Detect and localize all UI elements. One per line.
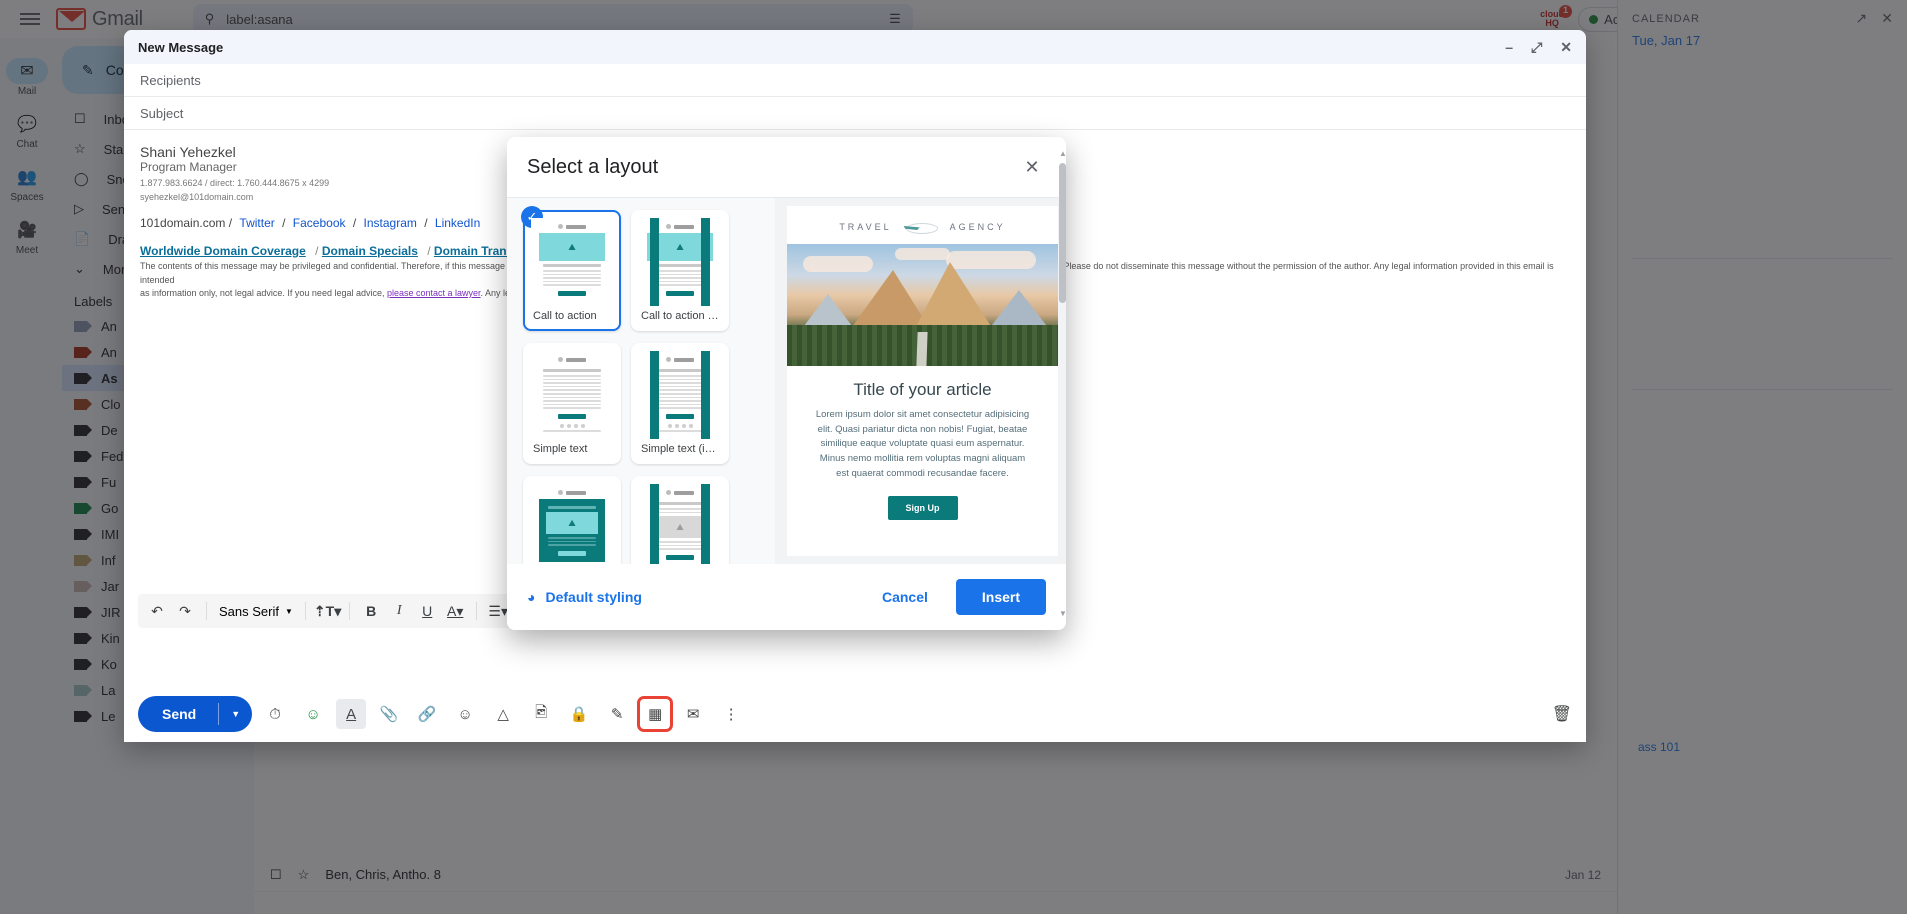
- confidential-mode-icon[interactable]: 🔒: [564, 699, 594, 729]
- close-icon[interactable]: ✕: [1560, 39, 1572, 56]
- nav-link-specials[interactable]: Domain Specials: [322, 244, 418, 258]
- social-link-twitter[interactable]: Twitter: [239, 216, 274, 230]
- recipients-placeholder: Recipients: [140, 73, 201, 88]
- preview-cta-button[interactable]: Sign Up: [888, 496, 958, 520]
- social-link-instagram[interactable]: Instagram: [364, 216, 417, 230]
- layout-thumbnail: ⛰: [639, 218, 721, 306]
- airplane-icon: [900, 220, 942, 234]
- underline-button[interactable]: U: [414, 598, 440, 624]
- preview-logo-right: AGENCY: [950, 222, 1006, 232]
- compose-footer: Send ▼ ⏱ ☺ A 📎 🔗 ☺ △ 🖻 🔒 ✎ ▦ ✉ ⋮ 🗑: [124, 686, 1586, 742]
- layout-thumbnail: ⛰: [531, 218, 613, 306]
- mail-template-icon[interactable]: ✉: [678, 699, 708, 729]
- social-link-facebook[interactable]: Facebook: [293, 216, 346, 230]
- preview-brand-logo: TRAVEL AGENCY: [787, 206, 1058, 244]
- preview-logo-left: TRAVEL: [839, 222, 891, 232]
- attach-file-icon[interactable]: 📎: [374, 699, 404, 729]
- insert-drive-icon[interactable]: △: [488, 699, 518, 729]
- layout-option-card[interactable]: ⛰Call to action (inve...: [631, 210, 729, 331]
- layout-grid: ✓⛰Call to action⛰Call to action (inve...…: [507, 198, 775, 564]
- layout-option-card[interactable]: Simple text: [523, 343, 621, 464]
- select-layout-dialog: Select a layout ✕ ✓⛰Call to action⛰Call …: [507, 137, 1066, 630]
- chevron-down-icon: ▼: [285, 607, 293, 616]
- formatting-options-icon[interactable]: A: [336, 699, 366, 729]
- social-link-linkedin[interactable]: LinkedIn: [435, 216, 480, 230]
- nav-link-coverage[interactable]: Worldwide Domain Coverage: [140, 244, 306, 258]
- emoji-sticker-icon[interactable]: ☺: [298, 699, 328, 729]
- trash-icon[interactable]: 🗑: [1552, 704, 1572, 724]
- insert-signature-icon[interactable]: ✎: [602, 699, 632, 729]
- preview-article-body: Lorem ipsum dolor sit amet consectetur a…: [787, 400, 1058, 482]
- send-button[interactable]: Send ▼: [138, 696, 252, 732]
- preview-email-card: TRAVEL AGENCY Title of your article Lore…: [787, 206, 1058, 556]
- font-size-select[interactable]: ⇡T▾: [314, 598, 341, 624]
- close-icon[interactable]: ✕: [1018, 153, 1046, 181]
- layout-option-card[interactable]: ⛰⛰⛰Announcement: [523, 476, 621, 564]
- layout-option-card[interactable]: ✓⛰Call to action: [523, 210, 621, 331]
- dialog-body: ✓⛰Call to action⛰Call to action (inve...…: [507, 197, 1066, 564]
- layout-option-label: Simple text: [531, 439, 613, 460]
- recipients-field[interactable]: Recipients: [124, 64, 1586, 97]
- layout-option-card[interactable]: ⛰⛰⛰Announcement (in...: [631, 476, 729, 564]
- layout-preview-pane: TRAVEL AGENCY Title of your article Lore…: [775, 198, 1066, 564]
- dialog-header: Select a layout ✕: [507, 137, 1066, 197]
- signature-site[interactable]: 101domain.com: [140, 216, 225, 230]
- send-label: Send: [138, 706, 218, 722]
- schedule-send-icon[interactable]: ⏱: [260, 699, 290, 729]
- dialog-footer: ◕ Default styling Cancel Insert: [507, 564, 1066, 630]
- compose-title: New Message: [138, 40, 223, 55]
- subject-field[interactable]: Subject: [124, 97, 1586, 130]
- font-family-value: Sans Serif: [219, 604, 279, 619]
- lawyer-link[interactable]: please contact a lawyer: [387, 288, 481, 298]
- layout-option-label: Call to action (inve...: [639, 306, 721, 327]
- font-family-select[interactable]: Sans Serif ▼: [215, 604, 297, 619]
- more-options-icon[interactable]: ⋮: [716, 699, 746, 729]
- preview-article-title: Title of your article: [787, 380, 1058, 400]
- scrollbar-thumb[interactable]: [1059, 197, 1066, 303]
- undo-icon[interactable]: ↶: [144, 598, 170, 624]
- layout-icon[interactable]: ▦: [640, 699, 670, 729]
- compose-header[interactable]: New Message – ⤢ ✕: [124, 30, 1586, 64]
- layout-thumbnail: ⛰⛰⛰: [531, 484, 613, 564]
- layout-scrollbar[interactable]: ▲ ▼: [1059, 197, 1066, 564]
- layout-option-label: Call to action: [531, 306, 613, 327]
- text-color-button[interactable]: A▾: [442, 598, 468, 624]
- bold-button[interactable]: B: [358, 598, 384, 624]
- minimize-icon[interactable]: –: [1505, 39, 1513, 55]
- palette-icon: ◕: [527, 589, 535, 605]
- exit-full-screen-icon[interactable]: ⤢: [1531, 39, 1542, 56]
- preview-hero-image: [787, 244, 1058, 366]
- layout-thumbnail: [531, 351, 613, 439]
- insert-photo-icon[interactable]: 🖻: [526, 699, 556, 729]
- page-title: Select a layout: [527, 156, 658, 179]
- layout-thumbnail: ⛰⛰⛰: [639, 484, 721, 564]
- insert-link-icon[interactable]: 🔗: [412, 699, 442, 729]
- layout-option-label: Simple text (invert...: [639, 439, 721, 460]
- send-options-chevron-down-icon[interactable]: ▼: [219, 709, 252, 719]
- default-styling-label: Default styling: [545, 589, 641, 605]
- subject-placeholder: Subject: [140, 106, 183, 121]
- layout-option-card[interactable]: Simple text (invert...: [631, 343, 729, 464]
- insert-button[interactable]: Insert: [956, 579, 1046, 615]
- layout-thumbnail: [639, 351, 721, 439]
- redo-icon[interactable]: ↷: [172, 598, 198, 624]
- cancel-button[interactable]: Cancel: [864, 580, 946, 614]
- default-styling-button[interactable]: ◕ Default styling: [527, 589, 642, 605]
- italic-button[interactable]: I: [386, 598, 412, 624]
- insert-emoji-icon[interactable]: ☺: [450, 699, 480, 729]
- disclaimer-line-2: as information only, not legal advice. I…: [140, 288, 387, 298]
